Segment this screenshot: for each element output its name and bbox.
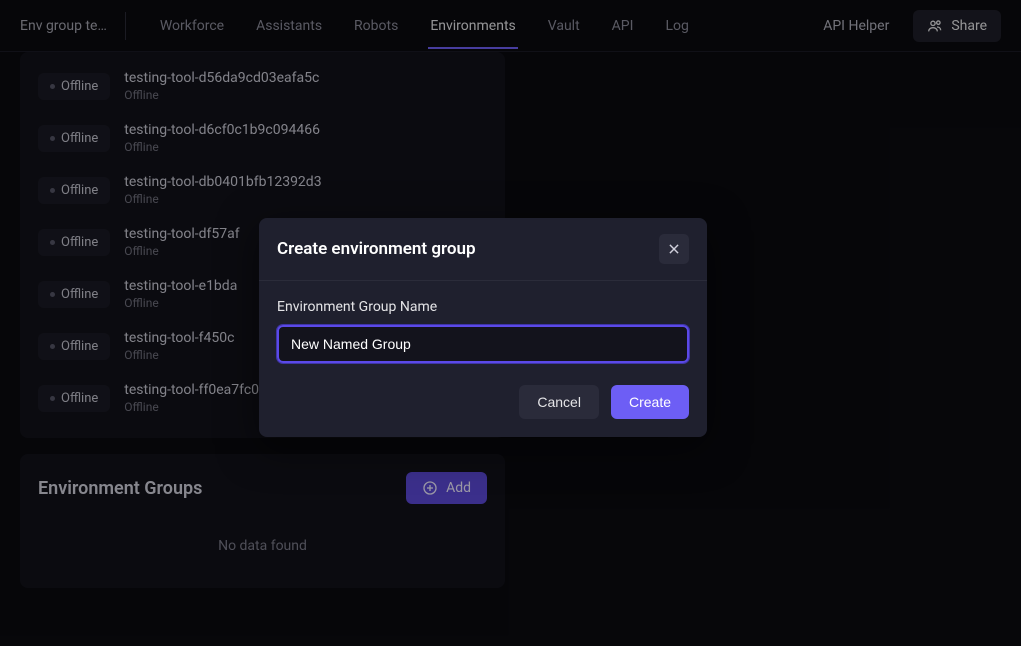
close-icon (667, 242, 681, 256)
modal-body: Environment Group Name (259, 281, 707, 381)
modal-header: Create environment group (259, 218, 707, 281)
group-name-input[interactable] (277, 325, 689, 363)
modal-close-button[interactable] (659, 234, 689, 264)
modal-title: Create environment group (277, 239, 476, 259)
create-button[interactable]: Create (611, 385, 689, 419)
cancel-button[interactable]: Cancel (519, 385, 599, 419)
group-name-label: Environment Group Name (277, 299, 689, 315)
create-group-modal: Create environment group Environment Gro… (259, 218, 707, 437)
modal-actions: Cancel Create (259, 381, 707, 437)
